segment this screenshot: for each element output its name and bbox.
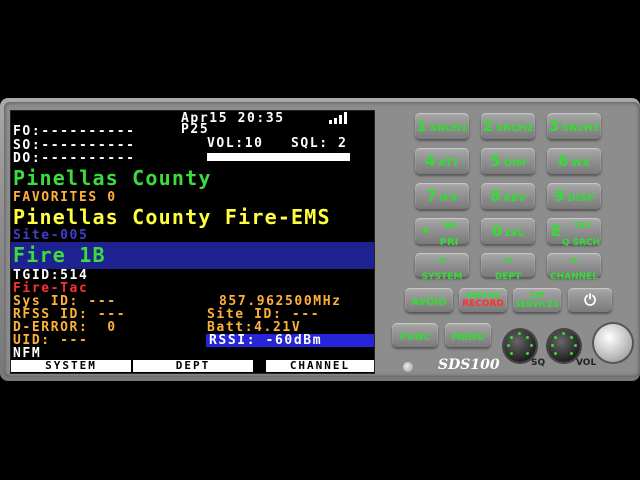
key-5-dim[interactable]: 5 DIM xyxy=(481,148,535,174)
sq-label: SQ xyxy=(531,358,546,368)
modulation: NFM xyxy=(13,346,42,361)
key-3-srch3[interactable]: 3 SRCH3 xyxy=(547,113,601,139)
rssi: RSSI: -60dBm xyxy=(209,333,323,348)
model-logo: SDS100 xyxy=(438,357,500,373)
department-name: Pinellas County Fire-EMS xyxy=(13,205,331,229)
do-line: DO:---------- xyxy=(13,151,136,166)
system-key[interactable]: ▬ SYSTEM xyxy=(415,253,469,282)
channel-name: Fire 1B xyxy=(13,243,106,267)
key-1-srch1[interactable]: 1 SRCH1 xyxy=(415,113,469,139)
signal-strength-icon xyxy=(329,112,351,124)
vol-label: VOL xyxy=(576,358,597,368)
key-6-wx[interactable]: 6 WX xyxy=(547,148,601,174)
key-8-rev[interactable]: 8 REV xyxy=(481,183,535,209)
power-icon: ⏻ xyxy=(584,291,596,309)
system-name: Pinellas County xyxy=(13,166,212,190)
key-2-srch2[interactable]: 2 SRCH2 xyxy=(481,113,535,139)
lcd-screen: Apr15 20:35 FO:---------- P25 SO:-------… xyxy=(10,110,375,374)
softkey-channel[interactable]: CHANNEL xyxy=(266,360,374,372)
volume-bar xyxy=(207,153,350,161)
fo-line: FO:---------- xyxy=(13,124,136,139)
avoid-button[interactable]: AVOID xyxy=(405,288,453,312)
func-button[interactable]: FUNC xyxy=(392,323,438,347)
squelch-label: SQL: 2 xyxy=(291,136,348,151)
favorites-label: FAVORITES 0 xyxy=(13,190,117,205)
key-9-disp[interactable]: 9 DISP xyxy=(547,183,601,209)
key-4-att[interactable]: 4 ATT xyxy=(415,148,469,174)
site-name: Site-005 xyxy=(13,228,89,243)
key-0-lvl[interactable]: 0 LVL xyxy=(481,218,535,244)
menu-button[interactable]: MENU xyxy=(445,323,491,347)
mode-label: P25 xyxy=(181,122,210,137)
channel-key[interactable]: ▬ CHANNEL xyxy=(547,253,601,282)
rotary-control-knob[interactable] xyxy=(594,324,632,362)
key-dot-pri[interactable]: • NO PRI xyxy=(415,218,469,248)
dept-key[interactable]: ▬ DEPT xyxy=(481,253,535,282)
zip-services-button[interactable]: ZIP SERVICES xyxy=(513,288,561,312)
softkey-system[interactable]: SYSTEM xyxy=(11,360,131,372)
replay-record-button[interactable]: REPLAY RECORD xyxy=(459,288,507,312)
volume-label: VOL:10 xyxy=(207,136,264,151)
key-7-ifx[interactable]: 7 IFX xyxy=(415,183,469,209)
softkey-dept[interactable]: DEPT xyxy=(133,360,253,372)
status-led xyxy=(403,362,413,372)
key-e-qsrch[interactable]: E YES Q SRCH xyxy=(547,218,601,248)
power-button[interactable]: ⏻ xyxy=(568,288,612,312)
